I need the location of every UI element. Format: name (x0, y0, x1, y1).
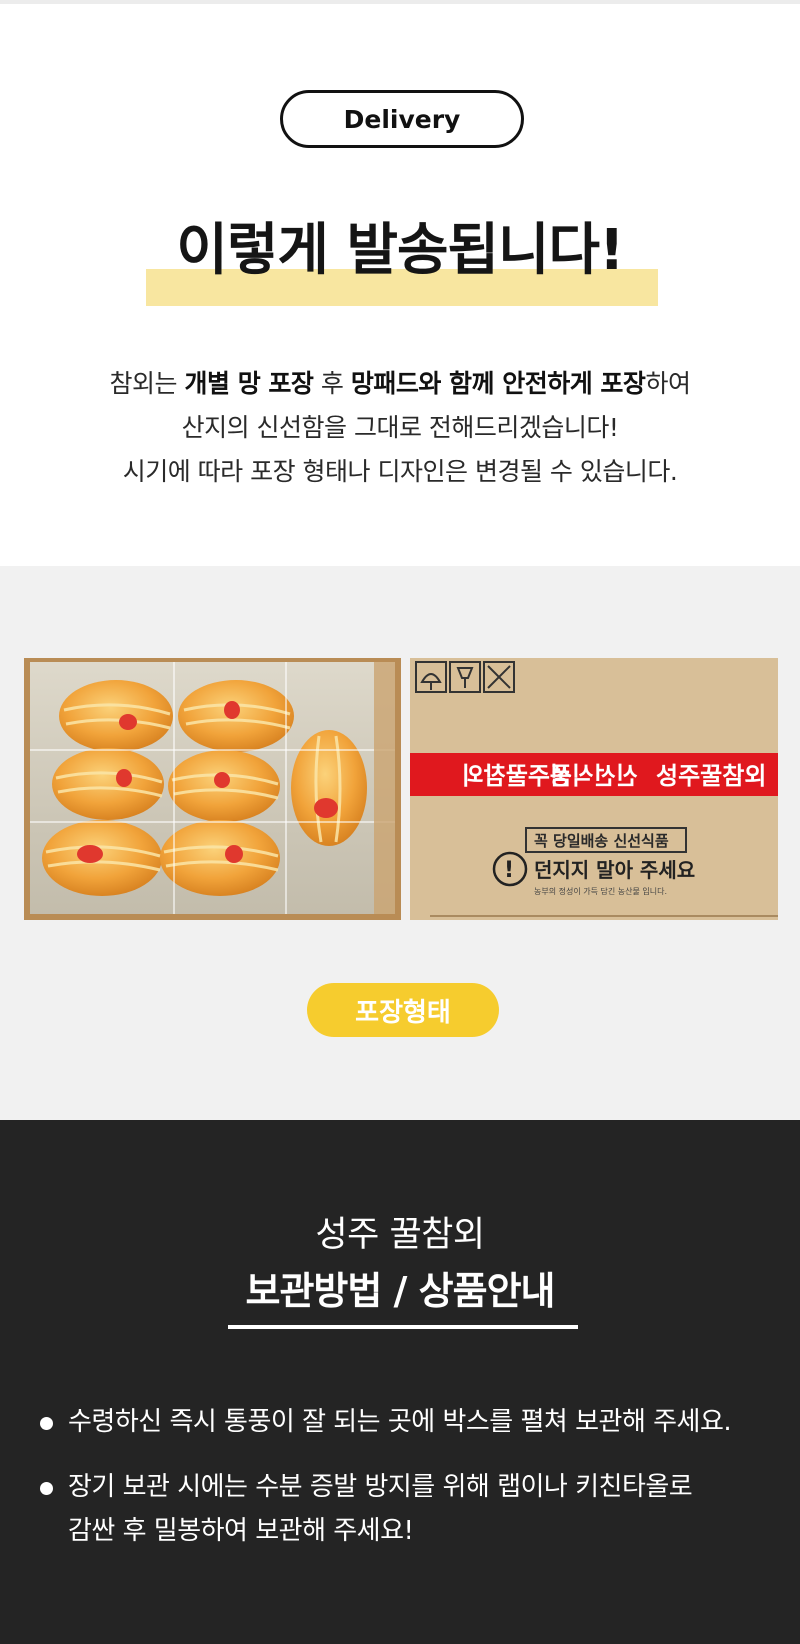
svg-text:성주꿀참외: 성주꿀참외 (656, 762, 766, 790)
tape-text-2: 신선식품 (550, 762, 638, 790)
delivery-section: Delivery 이렇게 발송됩니다! 참외는 개별 망 포장 후 망패드와 함… (0, 4, 800, 566)
desc-text: 하여 (645, 369, 691, 398)
box-label-line2: 던지지 말아 주세요 (534, 858, 695, 882)
delivery-description: 참외는 개별 망 포장 후 망패드와 함께 안전하게 포장하여 산지의 신선함을… (0, 362, 800, 494)
melons-in-box-photo (24, 658, 401, 920)
desc-line-2: 산지의 신선함을 그대로 전해드리겠습니다! (181, 413, 619, 442)
packaging-type-button[interactable]: 포장형태 (307, 983, 499, 1037)
delivery-badge: Delivery (280, 90, 524, 148)
packaging-section: 성주꿀참외 신선식품 성주꿀참외 꼭 당일배송 신선식품 ! 던지지 말아 주세… (0, 566, 800, 1120)
bullet-text: 장기 보관 시에는 수분 증발 방지를 위해 랩이나 키친타올로 (68, 1472, 693, 1502)
box-label-line1: 꼭 당일배송 신선식품 (534, 832, 669, 850)
storage-section: 성주 꿀참외 보관방법 / 상품안내 수령하신 즉시 통풍이 잘 되는 곳에 박… (0, 1120, 800, 1644)
desc-line-1: 참외는 개별 망 포장 후 망패드와 함께 안전하게 포장하여 (0, 362, 800, 406)
storage-subtitle: 성주 꿀참외 (315, 1215, 485, 1255)
desc-text: 참외는 (109, 369, 185, 398)
desc-bold: 망패드와 함께 안전하게 포장 (350, 369, 646, 398)
bullet-dot-icon (40, 1417, 53, 1430)
box-label-line3: 농부의 정성이 가득 담긴 농산물 입니다. (534, 886, 667, 896)
desc-bold: 개별 망 포장 (184, 369, 314, 398)
desc-line-3: 시기에 따라 포장 형태나 디자인은 변경될 수 있습니다. (122, 457, 678, 486)
bullet-text: 수령하신 즉시 통풍이 잘 되는 곳에 박스를 펼쳐 보관해 주세요. (68, 1407, 732, 1437)
bullet-text-cont: 감싼 후 밀봉하여 보관해 주세요! (68, 1516, 414, 1546)
title-underline (228, 1325, 578, 1329)
bullet-item: 수령하신 즉시 통풍이 잘 되는 곳에 박스를 펼쳐 보관해 주세요. (40, 1400, 780, 1444)
svg-text:!: ! (504, 858, 514, 883)
delivery-headline: 이렇게 발송됩니다! (176, 218, 624, 283)
desc-text: 후 (313, 369, 351, 398)
bullet-dot-icon (40, 1482, 53, 1495)
shipping-box-photo: 성주꿀참외 신선식품 성주꿀참외 꼭 당일배송 신선식품 ! 던지지 말아 주세… (410, 658, 778, 920)
storage-bullet-list: 수령하신 즉시 통풍이 잘 되는 곳에 박스를 펼쳐 보관해 주세요. 장기 보… (40, 1400, 780, 1574)
storage-title: 보관방법 / 상품안내 (245, 1269, 555, 1313)
bullet-item: 장기 보관 시에는 수분 증발 방지를 위해 랩이나 키친타올로 감싼 후 밀봉… (40, 1465, 780, 1553)
